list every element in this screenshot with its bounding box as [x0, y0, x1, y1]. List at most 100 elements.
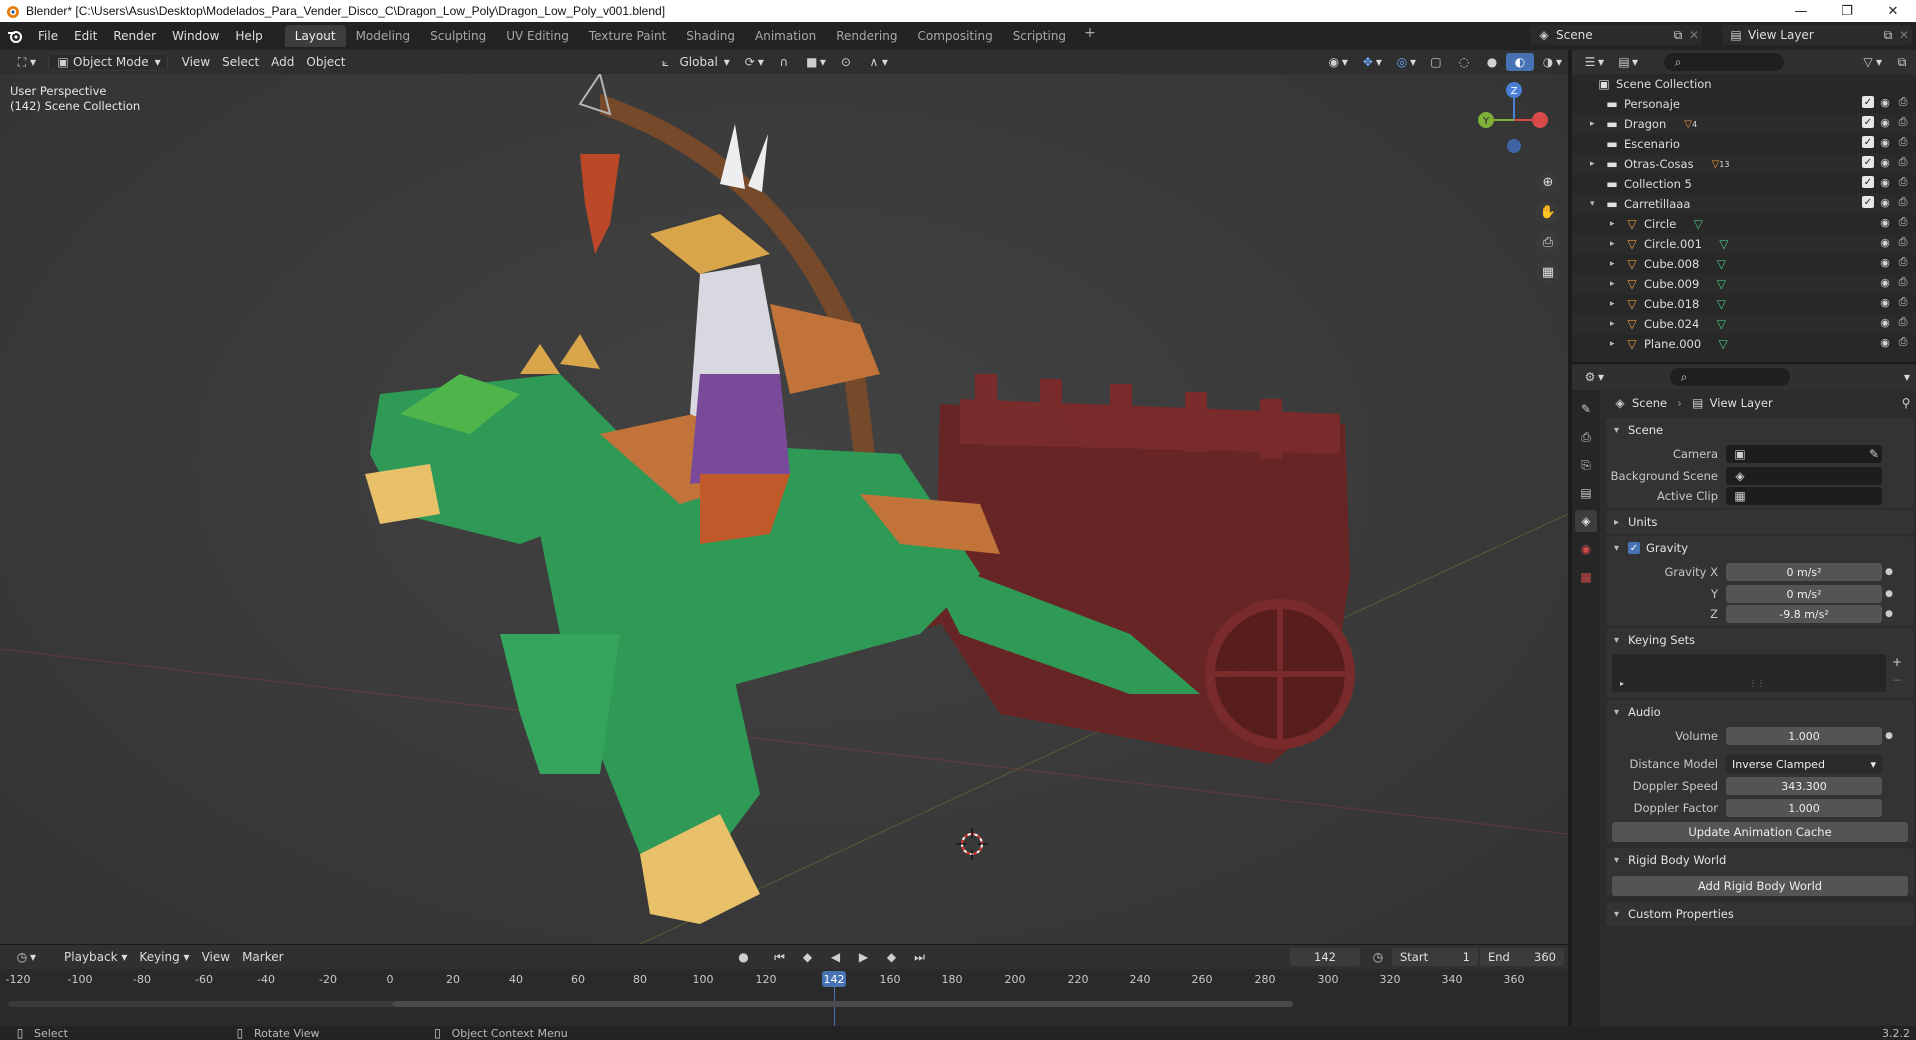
render-camera-icon[interactable]: ⎙ [1896, 155, 1910, 168]
mesh-data-icon[interactable]: ▽ [1716, 236, 1732, 252]
list-expand-icon[interactable]: ▸ [1620, 679, 1624, 688]
audio-panel-header[interactable]: ▾ Audio [1606, 700, 1914, 724]
texture-tab-icon[interactable]: ▩ [1575, 566, 1597, 588]
expand-arrow-icon[interactable]: ▸ [1610, 259, 1624, 269]
pan-hand-icon[interactable]: ✋ [1536, 200, 1560, 224]
tab-sculpting[interactable]: Sculpting [420, 25, 496, 47]
doppler-speed-field[interactable]: 343.300 [1726, 777, 1882, 795]
maximize-button[interactable]: ❐ [1824, 0, 1870, 22]
render-camera-icon[interactable]: ⎙ [1896, 255, 1910, 268]
eye-icon[interactable]: ◉ [1878, 116, 1892, 129]
filter-button[interactable]: ▽ ▾ [1854, 53, 1888, 71]
ortho-grid-icon[interactable]: ▦ [1536, 260, 1560, 284]
distance-model-select[interactable]: Inverse Clamped ▾ [1726, 755, 1882, 773]
scrollbar-thumb[interactable] [393, 1001, 1293, 1007]
keyframe-dot-icon[interactable]: ● [1882, 567, 1896, 577]
render-camera-icon[interactable]: ⎙ [1896, 95, 1910, 108]
tab-modeling[interactable]: Modeling [346, 25, 421, 47]
eye-icon[interactable]: ◉ [1878, 256, 1892, 269]
prev-keyframe-button[interactable]: ◆ [794, 948, 822, 966]
eye-icon[interactable]: ◉ [1878, 196, 1892, 209]
preview-range-icon[interactable]: ◷ [1370, 949, 1386, 965]
proportional-toggle[interactable]: ⊙ [832, 53, 860, 71]
gravity-panel-header[interactable]: ▾ ✓ Gravity [1606, 536, 1914, 560]
new-scene-icon[interactable]: ⧉ [1670, 27, 1686, 43]
jump-start-button[interactable]: ⏮ [766, 948, 794, 966]
outliner-collection-row[interactable]: ▬ Collection 5 ✓ ◉ ⎙ [1572, 174, 1916, 194]
outliner-collection-row[interactable]: ▬ Escenario ✓ ◉ ⎙ [1572, 134, 1916, 154]
pivot-button[interactable]: ⟳ ▾ [736, 53, 770, 71]
shading-material[interactable]: ◐ [1505, 53, 1534, 71]
custom-properties-header[interactable]: ▾ Custom Properties [1606, 902, 1914, 926]
zoom-icon[interactable]: ⊕ [1536, 170, 1560, 194]
outliner-collection-row[interactable]: ▸ ▬ Dragon ▽ 4 ✓ ◉ ⎙ [1572, 114, 1916, 134]
pin-icon[interactable]: ⚲ [1898, 395, 1914, 411]
menu-window[interactable]: Window [164, 25, 227, 47]
new-view-layer-icon[interactable]: ⧉ [1880, 27, 1896, 43]
camera-field[interactable]: ▣ ✎ [1726, 445, 1882, 463]
mode-selector[interactable]: ▣ Object Mode ▾ [48, 53, 168, 71]
eye-icon[interactable]: ◉ [1878, 136, 1892, 149]
timeline-scrollbar[interactable] [8, 1001, 1293, 1007]
outliner-editor-type[interactable]: ☰ ▾ [1576, 53, 1610, 71]
outliner-search-input[interactable]: ⌕ [1664, 53, 1785, 71]
snap-toggle[interactable]: ∩ [770, 53, 798, 71]
gizmo-toggle[interactable]: ✥ ▾ [1354, 53, 1388, 71]
add-keying-set-icon[interactable]: + [1889, 654, 1905, 670]
blender-menu-icon[interactable] [0, 29, 30, 43]
keyframe-dot-icon[interactable]: ● [1882, 609, 1896, 619]
menu-render[interactable]: Render [105, 25, 164, 47]
expand-arrow-icon[interactable]: ▸ [1610, 319, 1624, 329]
playhead[interactable]: 142 [822, 971, 846, 987]
3d-viewport[interactable]: User Perspective (142) Scene Collection … [0, 74, 1568, 944]
menu-file[interactable]: File [30, 25, 66, 47]
exclude-checkbox[interactable]: ✓ [1862, 156, 1874, 168]
gravity-x-field[interactable]: 0 m/s² [1726, 563, 1882, 581]
outliner-collection-row[interactable]: ▸ ▬ Otras-Cosas ▽ 13 ✓ ◉ ⎙ [1572, 154, 1916, 174]
tab-shading[interactable]: Shading [676, 25, 745, 47]
menu-object[interactable]: Object [300, 53, 351, 71]
scene-panel-header[interactable]: ▾ Scene [1606, 418, 1914, 442]
navigation-gizmo[interactable]: Z Y [1474, 80, 1554, 160]
mesh-data-icon[interactable]: ▽ [1713, 316, 1729, 332]
tab-uv-editing[interactable]: UV Editing [496, 25, 579, 47]
add-workspace-button[interactable]: + [1076, 25, 1104, 47]
menu-add[interactable]: Add [265, 53, 300, 71]
tab-scripting[interactable]: Scripting [1003, 25, 1076, 47]
start-frame-field[interactable]: Start 1 [1392, 948, 1478, 966]
shading-solid[interactable]: ● [1478, 53, 1506, 71]
exclude-checkbox[interactable]: ✓ [1862, 136, 1874, 148]
scene-selector[interactable]: ◈ Scene ⧉ ✕ [1530, 25, 1702, 45]
play-reverse-button[interactable]: ◀ [822, 948, 850, 966]
mesh-data-icon[interactable]: ▽ [1713, 276, 1729, 292]
expand-arrow-icon[interactable]: ▸ [1610, 299, 1624, 309]
view-layer-selector[interactable]: ▤ View Layer ⧉ ✕ [1722, 25, 1912, 45]
world-tab-icon[interactable]: ◉ [1575, 538, 1597, 560]
menu-view[interactable]: View [176, 53, 216, 71]
jump-end-button[interactable]: ⏭ [906, 948, 934, 966]
outliner-object-row[interactable]: ▸ ▽ Cube.009 ▽ ◉ ⎙ [1572, 274, 1916, 294]
eye-icon[interactable]: ◉ [1878, 276, 1892, 289]
mesh-data-icon[interactable]: ▽ [1715, 336, 1731, 352]
eye-icon[interactable]: ◉ [1878, 216, 1892, 229]
render-camera-icon[interactable]: ⎙ [1896, 295, 1910, 308]
mesh-data-icon[interactable]: ▽ [1713, 296, 1729, 312]
add-rigid-body-world-button[interactable]: Add Rigid Body World [1612, 876, 1908, 896]
rigid-body-header[interactable]: ▾ Rigid Body World [1606, 848, 1914, 872]
menu-keying[interactable]: Keying ▾ [133, 948, 195, 966]
properties-options[interactable]: ▾ [1898, 368, 1916, 386]
tab-animation[interactable]: Animation [745, 25, 826, 47]
mesh-data-icon[interactable]: ▽ [1713, 256, 1729, 272]
falloff-button[interactable]: ∧ ▾ [860, 53, 894, 71]
scene-tab-icon[interactable]: ◈ [1575, 510, 1597, 532]
tool-tab-icon[interactable]: ✎ [1575, 398, 1597, 420]
close-button[interactable]: ✕ [1870, 0, 1916, 22]
overlay-toggle[interactable]: ◎ ▾ [1388, 53, 1422, 71]
outliner-collection-row[interactable]: ▾ ▬ Carretillaaa ✓ ◉ ⎙ [1572, 194, 1916, 214]
record-button[interactable]: ● [730, 948, 758, 966]
next-keyframe-button[interactable]: ◆ [878, 948, 906, 966]
expand-arrow-icon[interactable]: ▸ [1610, 219, 1624, 229]
eye-icon[interactable]: ◉ [1878, 176, 1892, 189]
end-frame-field[interactable]: End 360 [1480, 948, 1564, 966]
exclude-checkbox[interactable]: ✓ [1862, 176, 1874, 188]
